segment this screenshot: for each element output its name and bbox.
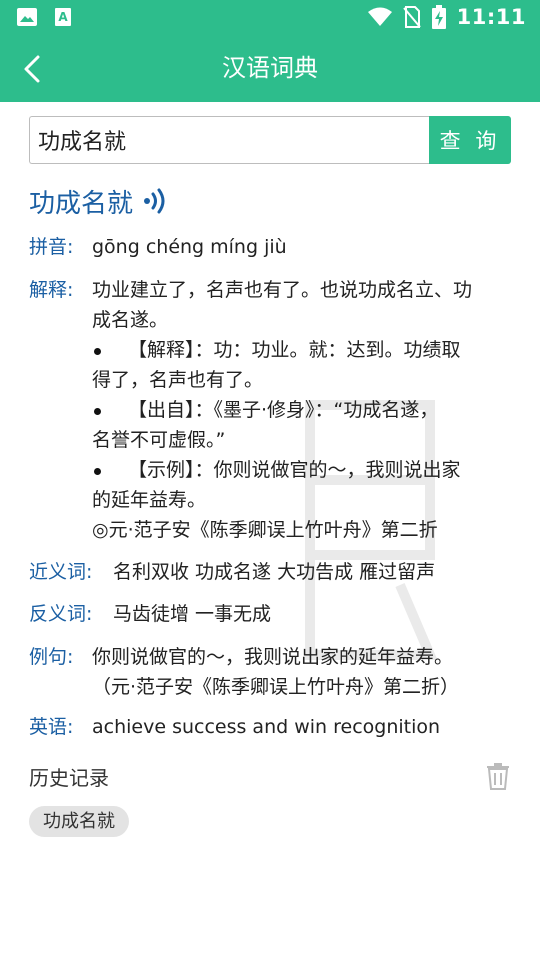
explanation-row: 解释: 功业建立了，名声也有了。也说功成名立、功 成名遂。 【解释】：功：功业。… (29, 275, 519, 545)
bullet-text: 【出自】：《墨子·修身》：“功成名遂， (128, 399, 439, 421)
history-title: 历史记录 (29, 766, 109, 790)
example-row: 例句: 你则说做官的～，我则说出家的延年益寿。 （元·范子安《陈季卿误上竹叶舟》… (29, 642, 519, 702)
app-bar: A 11:11 汉语词典 (0, 0, 540, 102)
page-title: 汉语词典 (222, 54, 318, 82)
example-line: 你则说做官的～，我则说出家的延年益寿。 (92, 646, 454, 668)
synonym-row: 近义词: 名利双收 功成名遂 大功告成 雁过留声 (29, 557, 519, 587)
search-bar: 查 询 (29, 116, 511, 164)
pinyin-label: 拼音: (29, 236, 74, 258)
english-row: 英语: achieve success and win recognition (29, 712, 519, 742)
explanation-label: 解释: (29, 279, 74, 301)
example-body: 你则说做官的～，我则说出家的延年益寿。 （元·范子安《陈季卿误上竹叶舟》第二折） (29, 642, 519, 702)
synonym-value: 名利双收 功成名遂 大功告成 雁过留声 (113, 561, 436, 583)
word-heading: 功成名就 (29, 181, 167, 221)
explanation-line: 名誉不可虚假。” (92, 429, 226, 451)
explanation-source: ◎元·范子安《陈季卿误上竹叶舟》第二折 (92, 519, 438, 541)
source-bullet: 【出自】：《墨子·修身》：“功成名遂， (92, 395, 519, 425)
english-value: achieve success and win recognition (92, 716, 441, 738)
trash-icon[interactable] (485, 762, 511, 790)
battery-charging-icon (431, 5, 446, 29)
explanation-body: 功业建立了，名声也有了。也说功成名立、功 成名遂。 【解释】：功：功业。就：达到… (29, 275, 519, 545)
antonym-value: 马齿徒增 一事无成 (113, 603, 272, 625)
bullet-text: 【解释】：功：功业。就：达到。功绩取 (128, 339, 461, 361)
pinyin-row: 拼音: gōng chéng míng jiù (29, 232, 519, 262)
synonym-label: 近义词: (29, 561, 93, 583)
status-bar: A 11:11 (0, 0, 540, 36)
english-label: 英语: (29, 716, 74, 738)
image-icon (17, 8, 37, 26)
speaker-icon[interactable] (143, 188, 167, 214)
explanation-line: 的延年益寿。 (92, 489, 207, 511)
toolbar: 汉语词典 (0, 36, 540, 102)
explanation-line: 得了，名声也有了。 (92, 369, 264, 391)
pinyin-value: gōng chéng míng jiù (92, 236, 287, 258)
example-bullet: 【示例】：你则说做官的～，我则说出家 (92, 455, 519, 485)
word-title: 功成名就 (29, 188, 134, 219)
search-button[interactable]: 查 询 (429, 116, 511, 164)
bullet-text: 【示例】：你则说做官的～，我则说出家 (128, 459, 461, 481)
example-label: 例句: (29, 646, 74, 668)
no-sim-icon (402, 6, 421, 28)
search-input[interactable] (29, 116, 429, 164)
svg-text:A: A (58, 10, 68, 24)
explanation-line: 功业建立了，名声也有了。也说功成名立、功 (92, 279, 473, 301)
example-line: （元·范子安《陈季卿误上竹叶舟》第二折） (92, 676, 460, 698)
antonym-label: 反义词: (29, 603, 93, 625)
app-icon: A (55, 8, 71, 26)
antonym-row: 反义词: 马齿徒增 一事无成 (29, 599, 519, 629)
status-time: 11:11 (456, 5, 526, 29)
history-chip[interactable]: 功成名就 (29, 806, 129, 837)
explanation-bullet: 【解释】：功：功业。就：达到。功绩取 (92, 335, 519, 365)
explanation-line: 成名遂。 (92, 309, 169, 331)
wifi-icon (367, 7, 392, 26)
